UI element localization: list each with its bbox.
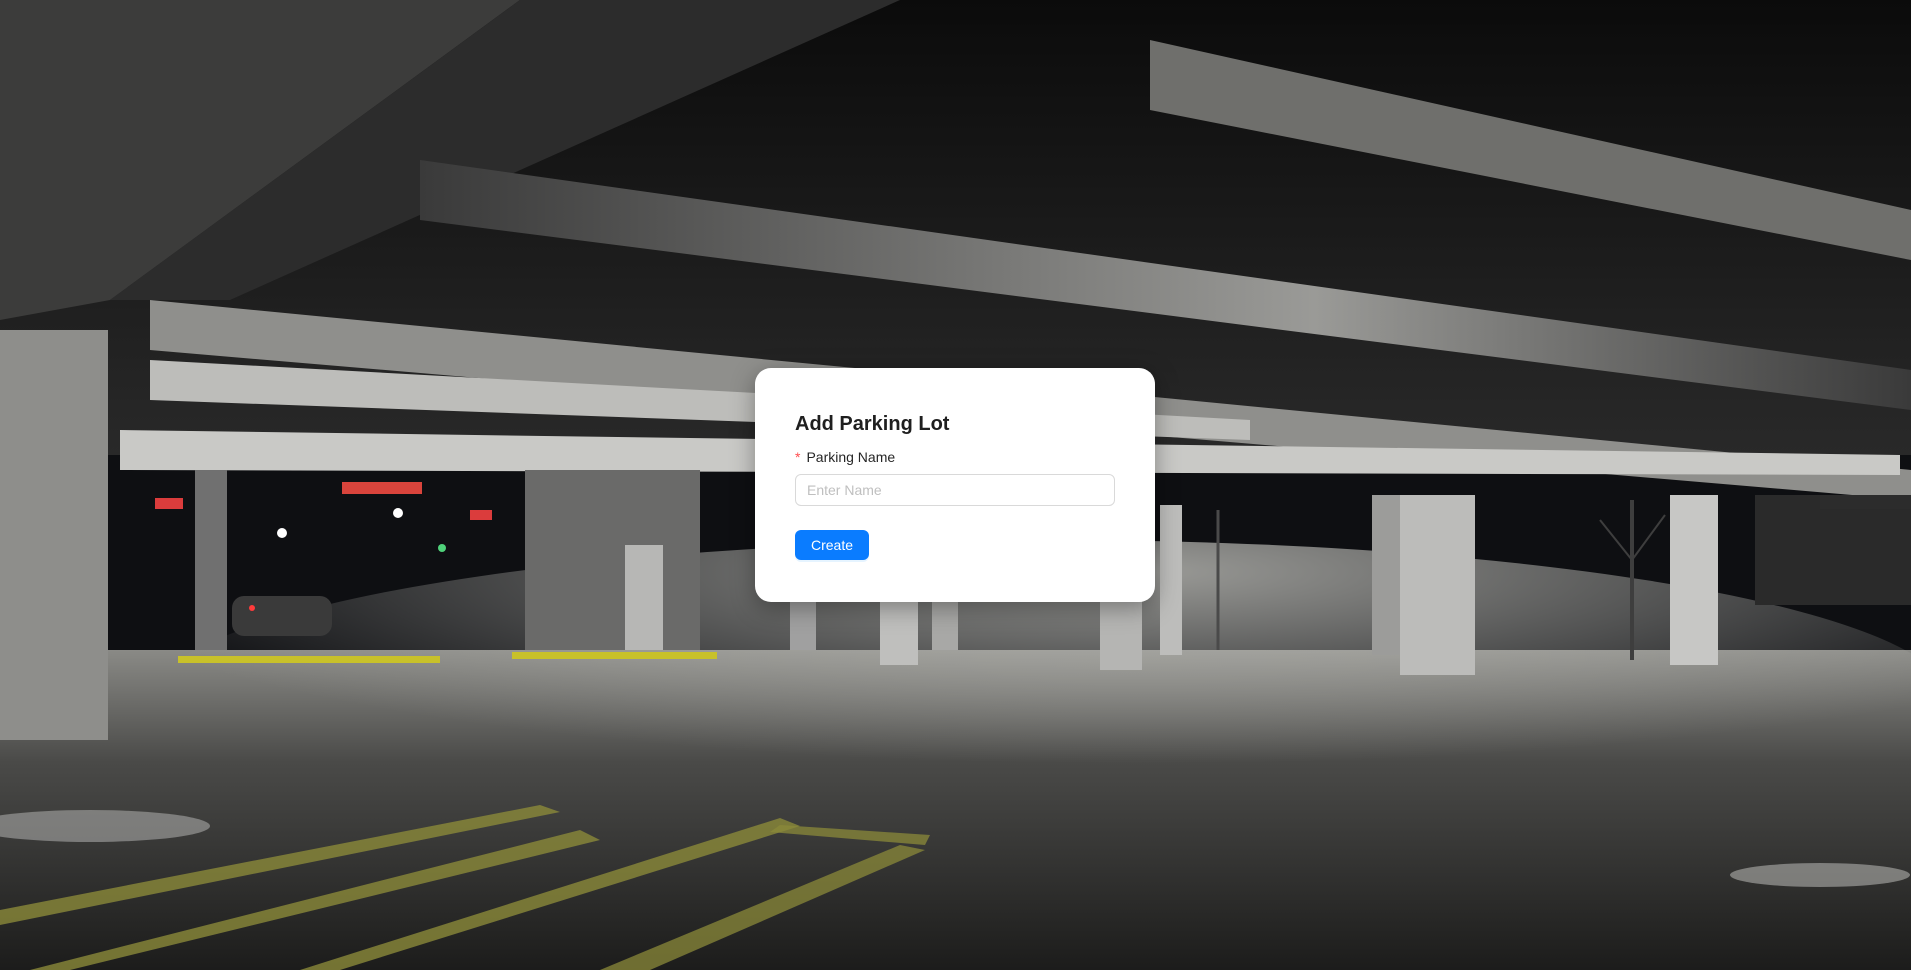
parking-name-label: * Parking Name xyxy=(795,448,1115,466)
parking-name-label-text: Parking Name xyxy=(806,449,896,465)
required-indicator: * xyxy=(795,449,801,465)
page: Add Parking Lot * Parking Name Create xyxy=(0,0,1911,970)
parking-name-input[interactable] xyxy=(795,474,1115,506)
dialog-title: Add Parking Lot xyxy=(795,413,950,435)
add-parking-lot-dialog: Add Parking Lot * Parking Name Create xyxy=(755,368,1155,602)
create-button[interactable]: Create xyxy=(795,530,870,560)
